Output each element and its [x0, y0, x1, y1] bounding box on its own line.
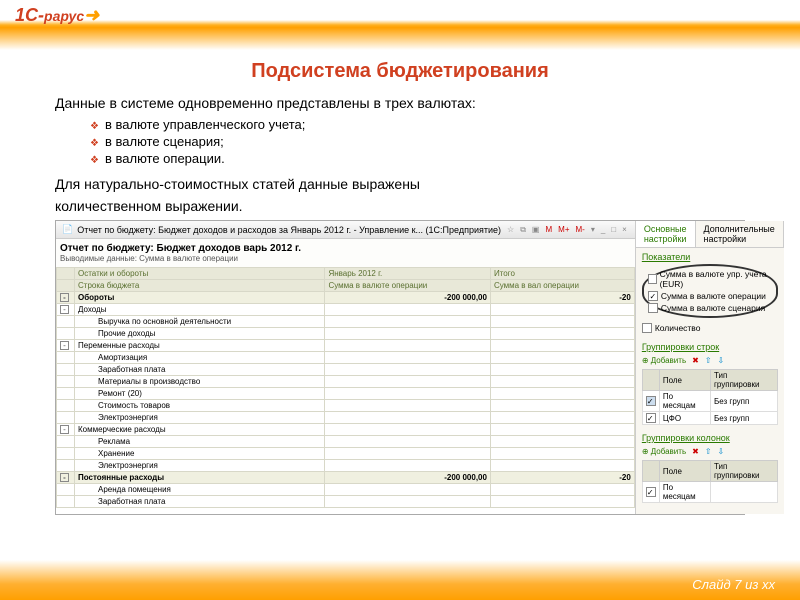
table-row[interactable]: Амортизация — [57, 352, 635, 364]
group-cols-label[interactable]: Группировки колонок — [642, 433, 778, 443]
toolbar-icon[interactable]: ▣ — [530, 225, 542, 235]
table-row[interactable]: Реклама — [57, 436, 635, 448]
col-header: Строка бюджета — [75, 280, 325, 292]
report-grid: Остатки и обороты Январь 2012 г. Итого С… — [56, 267, 635, 508]
table-row[interactable]: Материалы в производство — [57, 376, 635, 388]
lead-text: Данные в системе одновременно представле… — [55, 95, 745, 111]
add-button[interactable]: ⊕ Добавить — [642, 356, 686, 365]
window-title-text: Отчет по бюджету: Бюджет доходов и расхо… — [77, 225, 501, 235]
table-row[interactable]: -Переменные расходы — [57, 340, 635, 352]
bullet-item: в валюте операции. — [90, 151, 745, 166]
table-row[interactable]: -Коммерческие расходы — [57, 424, 635, 436]
table-row[interactable]: ✓ЦФОБез групп — [642, 412, 777, 425]
up-icon[interactable]: ⇧ — [705, 356, 712, 365]
bullet-item: в валюте управленческого учета; — [90, 117, 745, 132]
window-toolbar: ☆ ⧉ ▣ M M+ M- ▾ _ □ × — [505, 225, 629, 235]
tree-toggle-icon[interactable]: - — [60, 293, 69, 302]
bullet-list: в валюте управленческого учета; в валюте… — [55, 117, 745, 166]
group-cols-table: ПолеТип группировки ✓По месяцам — [642, 460, 778, 503]
app-screenshot: 📄 Отчет по бюджету: Бюджет доходов и рас… — [55, 220, 745, 515]
checkbox-icon[interactable] — [648, 274, 657, 284]
col-header: Январь 2012 г. — [325, 268, 491, 280]
checkbox-icon[interactable]: ✓ — [646, 413, 656, 423]
table-row[interactable]: Электроэнергия — [57, 460, 635, 472]
table-row[interactable]: Заработная плата — [57, 496, 635, 508]
close-icon[interactable]: × — [620, 225, 629, 235]
table-row[interactable]: Аренда помещения — [57, 484, 635, 496]
indicator-row[interactable]: ✓Сумма в валюте операции — [648, 290, 772, 302]
indicators-label[interactable]: Показатели — [642, 252, 778, 262]
lead2: Для натурально-стоимостных статей данные… — [55, 176, 745, 192]
tab-additional-settings[interactable]: Дополнительные настройки — [696, 221, 784, 247]
checkbox-icon[interactable]: ✓ — [648, 291, 658, 301]
window-icon: 📄 — [62, 224, 73, 235]
tree-toggle-icon[interactable]: - — [60, 425, 69, 434]
circled-highlight: Сумма в валюте упр. учета (EUR) ✓Сумма в… — [642, 264, 778, 318]
toolbar-m-icon[interactable]: M — [543, 225, 554, 235]
tab-main-settings[interactable]: Основные настройки — [636, 221, 696, 247]
checkbox-icon[interactable]: ✓ — [646, 396, 656, 406]
table-row[interactable]: -Доходы — [57, 304, 635, 316]
delete-icon[interactable]: ✖ — [692, 356, 699, 365]
minimize-icon[interactable]: _ — [599, 225, 607, 235]
report-subtitle: Выводимые данные: Сумма в валюте операци… — [60, 254, 631, 263]
slide-title: Подсистема бюджетирования — [55, 60, 745, 83]
toolbar-icon[interactable]: ☆ — [505, 225, 516, 235]
table-row[interactable]: Электроэнергия — [57, 412, 635, 424]
group-rows-table: ПолеТип группировки ✓По месяцамБез групп… — [642, 369, 778, 425]
indicator-row[interactable]: Сумма в валюте упр. учета (EUR) — [648, 268, 772, 290]
checkbox-icon[interactable] — [648, 303, 658, 313]
table-row[interactable]: ✓По месяцамБез групп — [642, 391, 777, 412]
toolbar-icon[interactable]: ▾ — [589, 225, 597, 235]
toolbar-mminus-icon[interactable]: M- — [574, 225, 587, 235]
toolbar-icon[interactable]: ⧉ — [518, 225, 528, 235]
table-row[interactable]: -Постоянные расходы-200 000,00-20 — [57, 472, 635, 484]
slide-number: Слайд 7 из xx — [692, 577, 775, 592]
qty-row[interactable]: Количество — [642, 322, 778, 334]
table-row[interactable]: -Обороты-200 000,00-20 — [57, 292, 635, 304]
col-header: Остатки и обороты — [75, 268, 325, 280]
maximize-icon[interactable]: □ — [609, 225, 618, 235]
table-row[interactable]: Стоимость товаров — [57, 400, 635, 412]
bullet-item: в валюте сценария; — [90, 134, 745, 149]
table-row[interactable]: Прочие доходы — [57, 328, 635, 340]
window-titlebar: 📄 Отчет по бюджету: Бюджет доходов и рас… — [56, 221, 635, 239]
group-rows-toolbar: ⊕ Добавить ✖ ⇧ ⇩ — [642, 354, 778, 367]
col-header: Итого — [490, 268, 634, 280]
group-cols-toolbar: ⊕ Добавить ✖ ⇧ ⇩ — [642, 445, 778, 458]
indicator-row[interactable]: Сумма в валюте сценария — [648, 302, 772, 314]
table-row[interactable]: ✓По месяцам — [642, 482, 777, 503]
col-header: Сумма в вал операции — [490, 280, 634, 292]
table-row[interactable]: Заработная плата — [57, 364, 635, 376]
table-row[interactable]: Ремонт (20) — [57, 388, 635, 400]
report-title: Отчет по бюджету: Бюджет доходов варь 20… — [60, 243, 631, 254]
logo: 1С-рарус➜ — [15, 5, 99, 26]
checkbox-icon[interactable]: ✓ — [646, 487, 656, 497]
tree-toggle-icon[interactable]: - — [60, 473, 69, 482]
table-row[interactable]: Выручка по основной деятельности — [57, 316, 635, 328]
down-icon[interactable]: ⇩ — [718, 447, 725, 456]
delete-icon[interactable]: ✖ — [692, 447, 699, 456]
toolbar-mplus-icon[interactable]: M+ — [556, 225, 571, 235]
lead2b: количественном выражении. — [55, 198, 745, 214]
tree-toggle-icon[interactable]: - — [60, 305, 69, 314]
col-header: Сумма в валюте операции — [325, 280, 491, 292]
checkbox-icon[interactable] — [642, 323, 652, 333]
up-icon[interactable]: ⇧ — [705, 447, 712, 456]
add-button[interactable]: ⊕ Добавить — [642, 447, 686, 456]
down-icon[interactable]: ⇩ — [718, 356, 725, 365]
group-rows-label[interactable]: Группировки строк — [642, 342, 778, 352]
tree-toggle-icon[interactable]: - — [60, 341, 69, 350]
table-row[interactable]: Хранение — [57, 448, 635, 460]
